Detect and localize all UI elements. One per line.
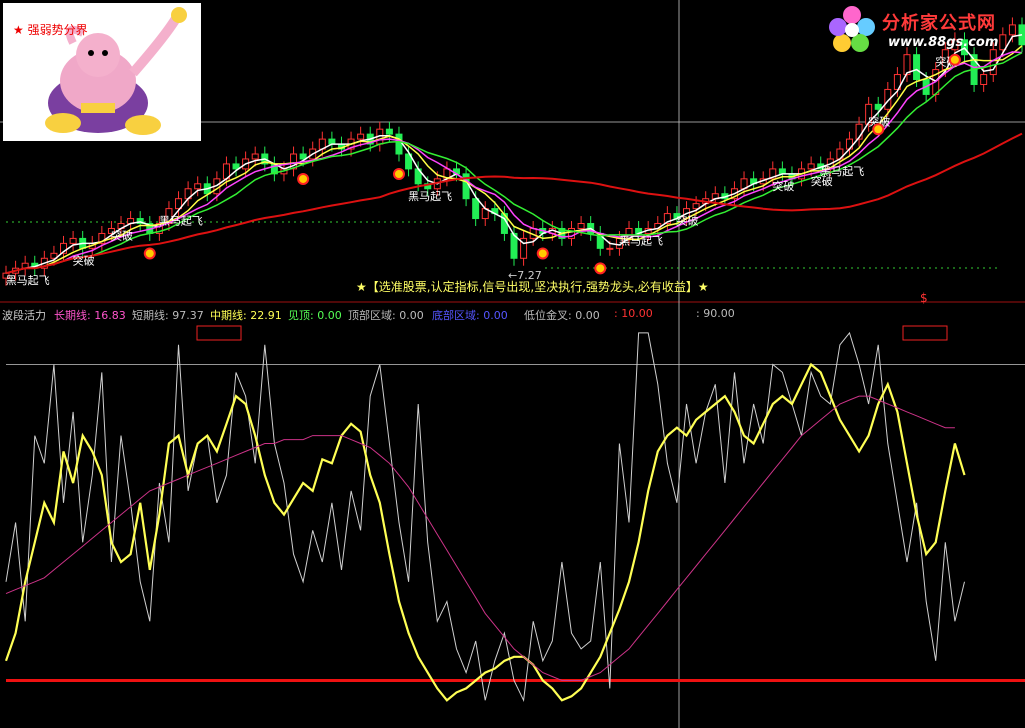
candle-body <box>778 168 786 175</box>
candle-body <box>807 163 815 170</box>
candle-body <box>606 247 614 250</box>
buy-signal-icon <box>872 123 885 136</box>
signal-label: 黑马起飞 <box>619 234 663 247</box>
buy-signal-icon <box>594 262 607 275</box>
candle-body <box>692 203 700 210</box>
candle-body <box>251 153 259 160</box>
candle-body <box>913 54 921 81</box>
candle-body <box>232 163 240 170</box>
thumbnail-title: ★ 强弱势分界 <box>13 23 88 37</box>
candle-body <box>69 237 77 244</box>
buy-signal-icon <box>392 168 405 180</box>
buy-signal-icon <box>536 247 549 260</box>
signal-label: 突破 <box>772 179 794 193</box>
buy-signal-icon <box>143 247 156 260</box>
candle-body <box>472 198 480 220</box>
signal-label: 突破 <box>111 229 133 243</box>
legend-bottom: 底部区域: 0.00 <box>432 309 508 322</box>
legend-see: 见顶: 0.00 <box>288 309 342 322</box>
brand-name: 分析家公式网 <box>882 13 996 34</box>
candle-body <box>874 103 882 110</box>
signal-label: 黑马起飞 <box>408 190 452 203</box>
candle-body <box>328 138 336 145</box>
buy-signal-icon <box>297 172 310 185</box>
legend-v10: : 10.00 <box>614 307 653 320</box>
legend-gold: 低位金叉: 0.00 <box>524 309 600 322</box>
thumbnail-panel: ★ 强弱势分界 <box>3 3 201 141</box>
candle-body <box>299 153 307 160</box>
legend-name: 波段活力 <box>2 309 46 322</box>
candle-body <box>980 74 988 85</box>
signal-label: 突破 <box>73 253 95 267</box>
signal-label: 突破 <box>677 214 699 228</box>
legend-top: 顶部区域: 0.00 <box>348 309 424 322</box>
candle-body <box>395 133 403 155</box>
slogan-text: ★【选准股票,认定指标,信号出现,坚决执行,强势龙头,必有收益】★ <box>356 280 709 294</box>
legend-short: 短期线: 97.37 <box>132 309 204 322</box>
brand-logo[interactable]: 分析家公式网 www.88gs.com <box>828 3 1023 58</box>
candle-body <box>577 223 585 229</box>
dollar-marker: $ <box>920 291 928 305</box>
candle-body <box>385 128 393 135</box>
candle-body <box>357 133 365 140</box>
legend-mid: 中期线: 22.91 <box>210 309 282 322</box>
signal-label: 黑马起飞 <box>159 215 203 228</box>
legend-v90: : 90.00 <box>696 307 735 320</box>
brand-url[interactable]: www.88gs.com <box>888 35 998 50</box>
signal-label: 黑马起飞 <box>820 165 864 178</box>
flower-logo-icon <box>829 6 875 52</box>
legend-long: 长期线: 16.83 <box>54 309 126 322</box>
candle-body <box>194 183 202 190</box>
signal-label: 黑马起飞 <box>6 274 50 287</box>
